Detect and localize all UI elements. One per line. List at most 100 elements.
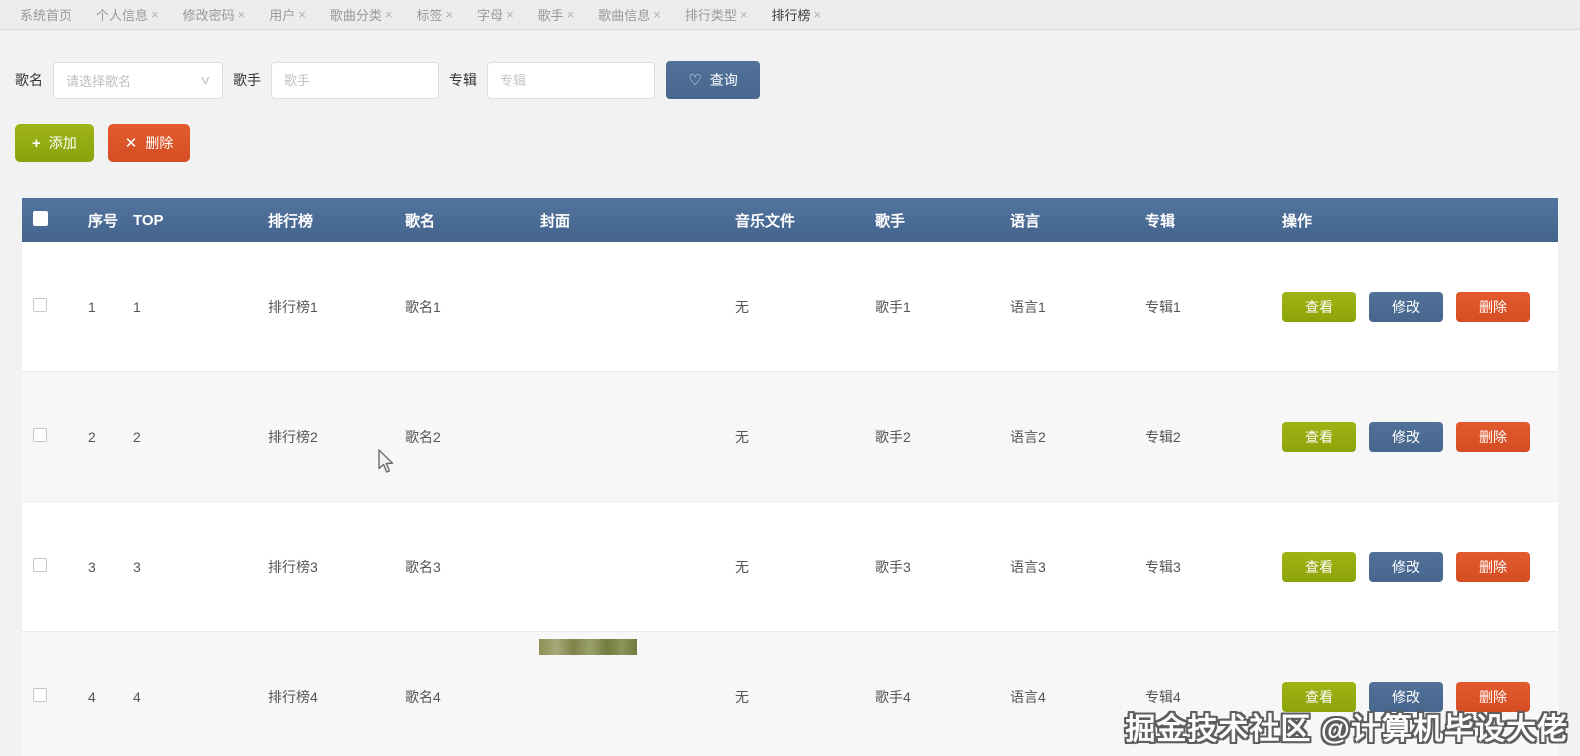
row-checkbox[interactable] xyxy=(33,558,47,572)
chevron-down-icon: ∨ xyxy=(199,73,212,87)
view-button[interactable]: 查看 xyxy=(1282,551,1356,582)
tab-label: 系统首页 xyxy=(20,8,73,23)
cell-rank: 排行榜2 xyxy=(268,428,318,445)
tab-close-icon[interactable]: × xyxy=(238,7,246,22)
query-button[interactable]: ♡ 查询 xyxy=(666,61,760,99)
column-header: 歌名 xyxy=(405,212,436,230)
row-actions: 查看 修改 删除 xyxy=(1272,421,1558,452)
edit-button[interactable]: 修改 xyxy=(1369,681,1443,712)
cell-top: 2 xyxy=(133,428,141,445)
tab-歌手[interactable]: 歌手 × xyxy=(538,5,575,24)
tab-close-icon[interactable]: × xyxy=(385,7,393,22)
tab-label: 修改密码 xyxy=(182,8,235,23)
tab-修改密码[interactable]: 修改密码 × xyxy=(183,5,246,24)
table-body: 1 1 排行榜1 歌名1 无歌手1 语言1 专辑1 查看 修改 删除 2 2 排行榜2 歌名2 无歌手2 语言… xyxy=(22,242,1558,756)
tab-label: 用户 xyxy=(269,8,296,23)
tab-标签[interactable]: 标签 × xyxy=(416,5,453,24)
column-header: 操作 xyxy=(1282,212,1313,230)
song-select[interactable]: 请选择歌名 ∨ xyxy=(53,61,223,99)
delete-row-button[interactable]: 删除 xyxy=(1456,681,1530,712)
row-checkbox-cell xyxy=(22,298,78,315)
edit-button[interactable]: 修改 xyxy=(1369,421,1443,452)
cell-rank: 排行榜4 xyxy=(268,688,318,705)
view-button[interactable]: 查看 xyxy=(1282,681,1356,712)
tab-排行榜[interactable]: 排行榜 × xyxy=(772,5,822,24)
tab-label: 歌曲信息 xyxy=(598,8,651,23)
column-header: 封面 xyxy=(540,212,571,230)
tab-close-icon[interactable]: × xyxy=(653,7,661,22)
tab-close-icon[interactable]: × xyxy=(814,7,822,22)
singer-label: 歌手 xyxy=(233,72,261,88)
row-actions: 查看 修改 删除 xyxy=(1272,681,1558,712)
tab-排行类型[interactable]: 排行类型 × xyxy=(685,5,748,24)
delete-row-button[interactable]: 删除 xyxy=(1456,421,1530,452)
edit-button[interactable]: 修改 xyxy=(1369,551,1443,582)
tab-close-icon[interactable]: × xyxy=(740,7,748,22)
tab-bar: 系统首页 个人信息 × 修改密码 × 用户 × 歌曲分类 × 标签 × 字母 × 歌手 × 歌曲信息 × 排行类型… xyxy=(0,0,1580,30)
column-header: 歌手 xyxy=(875,212,906,230)
tab-close-icon[interactable]: × xyxy=(151,7,159,22)
cell-song: 歌名3 xyxy=(405,558,441,575)
cell-music: 无 xyxy=(735,688,749,705)
delete-row-button[interactable]: 删除 xyxy=(1456,551,1530,582)
album-label: 专辑 xyxy=(449,72,477,88)
tab-label: 标签 xyxy=(416,8,443,23)
singer-input[interactable] xyxy=(271,61,439,99)
cell-rank: 排行榜3 xyxy=(268,558,318,575)
cell-language: 语言4 xyxy=(1010,688,1046,705)
table-row: 1 1 排行榜1 歌名1 无 歌手1 语言1 专辑1 查看 修改 删除 xyxy=(22,242,1558,372)
tab-close-icon[interactable]: × xyxy=(506,7,514,22)
toolbar: + 添加 ✕ 删除 xyxy=(15,124,1580,162)
row-checkbox[interactable] xyxy=(33,298,47,312)
row-actions: 查看 修改 删除 xyxy=(1272,291,1558,322)
tab-歌曲分类[interactable]: 歌曲分类 × xyxy=(330,5,393,24)
plus-icon: + xyxy=(32,134,41,152)
row-checkbox[interactable] xyxy=(33,428,47,442)
row-checkbox-cell xyxy=(22,688,78,705)
tab-close-icon[interactable]: × xyxy=(445,7,453,22)
view-button[interactable]: 查看 xyxy=(1282,291,1356,322)
tab-close-icon[interactable]: × xyxy=(298,7,306,22)
cell-song: 歌名1 xyxy=(405,298,441,315)
tab-用户[interactable]: 用户 × xyxy=(269,5,306,24)
column-header: 语言 xyxy=(1010,212,1041,230)
header-checkbox-cell xyxy=(22,210,78,230)
delete-button[interactable]: ✕ 删除 xyxy=(107,124,191,162)
add-button[interactable]: + 添加 xyxy=(15,124,94,162)
cell-singer: 歌手1 xyxy=(875,298,911,315)
cell-song: 歌名2 xyxy=(405,428,441,445)
edit-button[interactable]: 修改 xyxy=(1369,291,1443,322)
cell-album: 专辑4 xyxy=(1145,688,1181,705)
column-header: 序号 xyxy=(88,212,119,230)
song-select-placeholder: 请选择歌名 xyxy=(66,73,132,89)
album-input[interactable] xyxy=(487,61,655,99)
cell-no: 4 xyxy=(88,688,96,705)
cell-language: 语言2 xyxy=(1010,428,1046,445)
tab-系统首页[interactable]: 系统首页 xyxy=(20,5,72,24)
cell-top: 1 xyxy=(133,298,141,315)
cell-singer: 歌手4 xyxy=(875,688,911,705)
album-filter-group: 专辑 xyxy=(449,61,655,99)
ranking-table: 序号 TOP 排行榜 歌名 封面 音乐文件 歌手 语言 专辑 操作 1 1 排行榜1 歌名1 无 歌手1 语言… xyxy=(22,198,1558,756)
table-row: 2 2 排行榜2 歌名2 无 歌手2 语言2 专辑2 查看 修改 删除 xyxy=(22,372,1558,502)
select-all-checkbox[interactable] xyxy=(33,210,48,226)
delete-row-button[interactable]: 删除 xyxy=(1456,291,1530,322)
cell-album: 专辑1 xyxy=(1145,298,1181,315)
row-checkbox-cell xyxy=(22,558,78,575)
add-button-label: 添加 xyxy=(48,135,77,151)
tab-close-icon[interactable]: × xyxy=(567,7,575,22)
tab-字母[interactable]: 字母 × xyxy=(477,5,514,24)
table-row: 4 4 排行榜4 歌名4 无 歌手4 语言4 专辑4 查看 修改 删除 xyxy=(22,632,1558,756)
tab-个人信息[interactable]: 个人信息 × xyxy=(96,5,159,24)
row-checkbox[interactable] xyxy=(33,688,47,702)
cell-top: 3 xyxy=(133,558,141,575)
column-header: 专辑 xyxy=(1145,212,1176,230)
row-checkbox-cell xyxy=(22,428,78,445)
cell-rank: 排行榜1 xyxy=(268,298,318,315)
tab-歌曲信息[interactable]: 歌曲信息 × xyxy=(598,5,661,24)
cell-no: 1 xyxy=(88,298,96,315)
cell-music: 无 xyxy=(735,298,749,315)
view-button[interactable]: 查看 xyxy=(1282,421,1356,452)
tab-label: 歌曲分类 xyxy=(329,8,382,23)
tab-label: 个人信息 xyxy=(96,8,149,23)
